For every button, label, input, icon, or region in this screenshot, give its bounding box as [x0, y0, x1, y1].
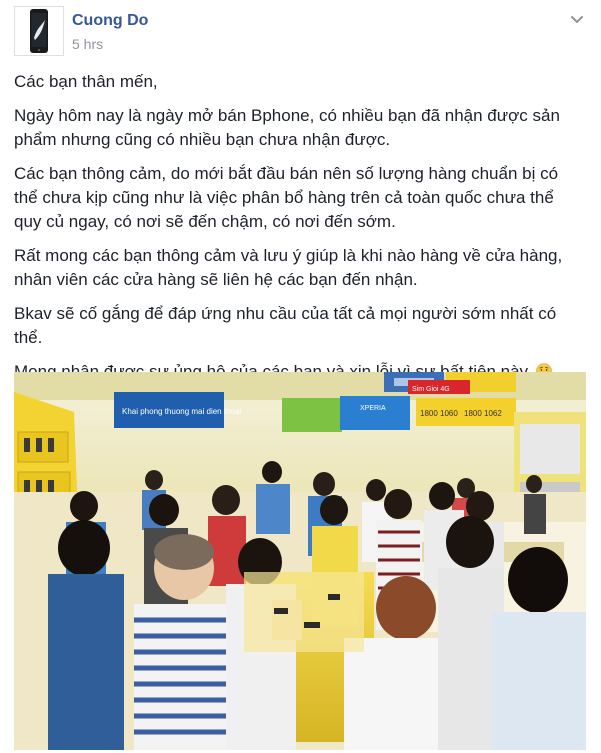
store-crowd-photo: Khai phong thuong mai dien thoai XPERIA … — [14, 372, 586, 750]
post-paragraph: Các bạn thân mến, — [14, 72, 158, 91]
banner-xperia-text: XPERIA — [360, 405, 386, 412]
post-photo[interactable]: Khai phong thuong mai dien thoai XPERIA … — [14, 372, 586, 750]
author-avatar[interactable] — [14, 6, 64, 56]
banner-sim-text: Sim Gioi 4G — [412, 386, 450, 393]
post-header: Cuong Do 5 hrs — [14, 6, 587, 58]
facebook-post: Cuong Do 5 hrs Các bạn thân mến, Ngày hô… — [0, 0, 601, 753]
post-body: Các bạn thân mến, Ngày hôm nay là ngày m… — [14, 70, 584, 394]
post-paragraph: Các bạn thông cảm, do mới bắt đầu bán nê… — [14, 164, 559, 231]
banner-hotline-b: 1800 1062 — [464, 409, 502, 418]
banner-promo-text: Khai phong thuong mai dien thoai — [122, 407, 241, 416]
post-timestamp[interactable]: 5 hrs — [72, 36, 103, 52]
phone-avatar-icon — [30, 9, 48, 53]
author-name[interactable]: Cuong Do — [72, 12, 148, 30]
banner-hotline-a: 1800 1060 — [420, 409, 458, 418]
chevron-down-icon[interactable] — [569, 12, 585, 28]
post-paragraph: Rất mong các bạn thông cảm và lưu ý giúp… — [14, 246, 563, 289]
post-paragraph: Ngày hôm nay là ngày mở bán Bphone, có n… — [14, 106, 560, 149]
post-paragraph: Bkav sẽ cố gắng để đáp ứng nhu cầu của t… — [14, 304, 557, 347]
